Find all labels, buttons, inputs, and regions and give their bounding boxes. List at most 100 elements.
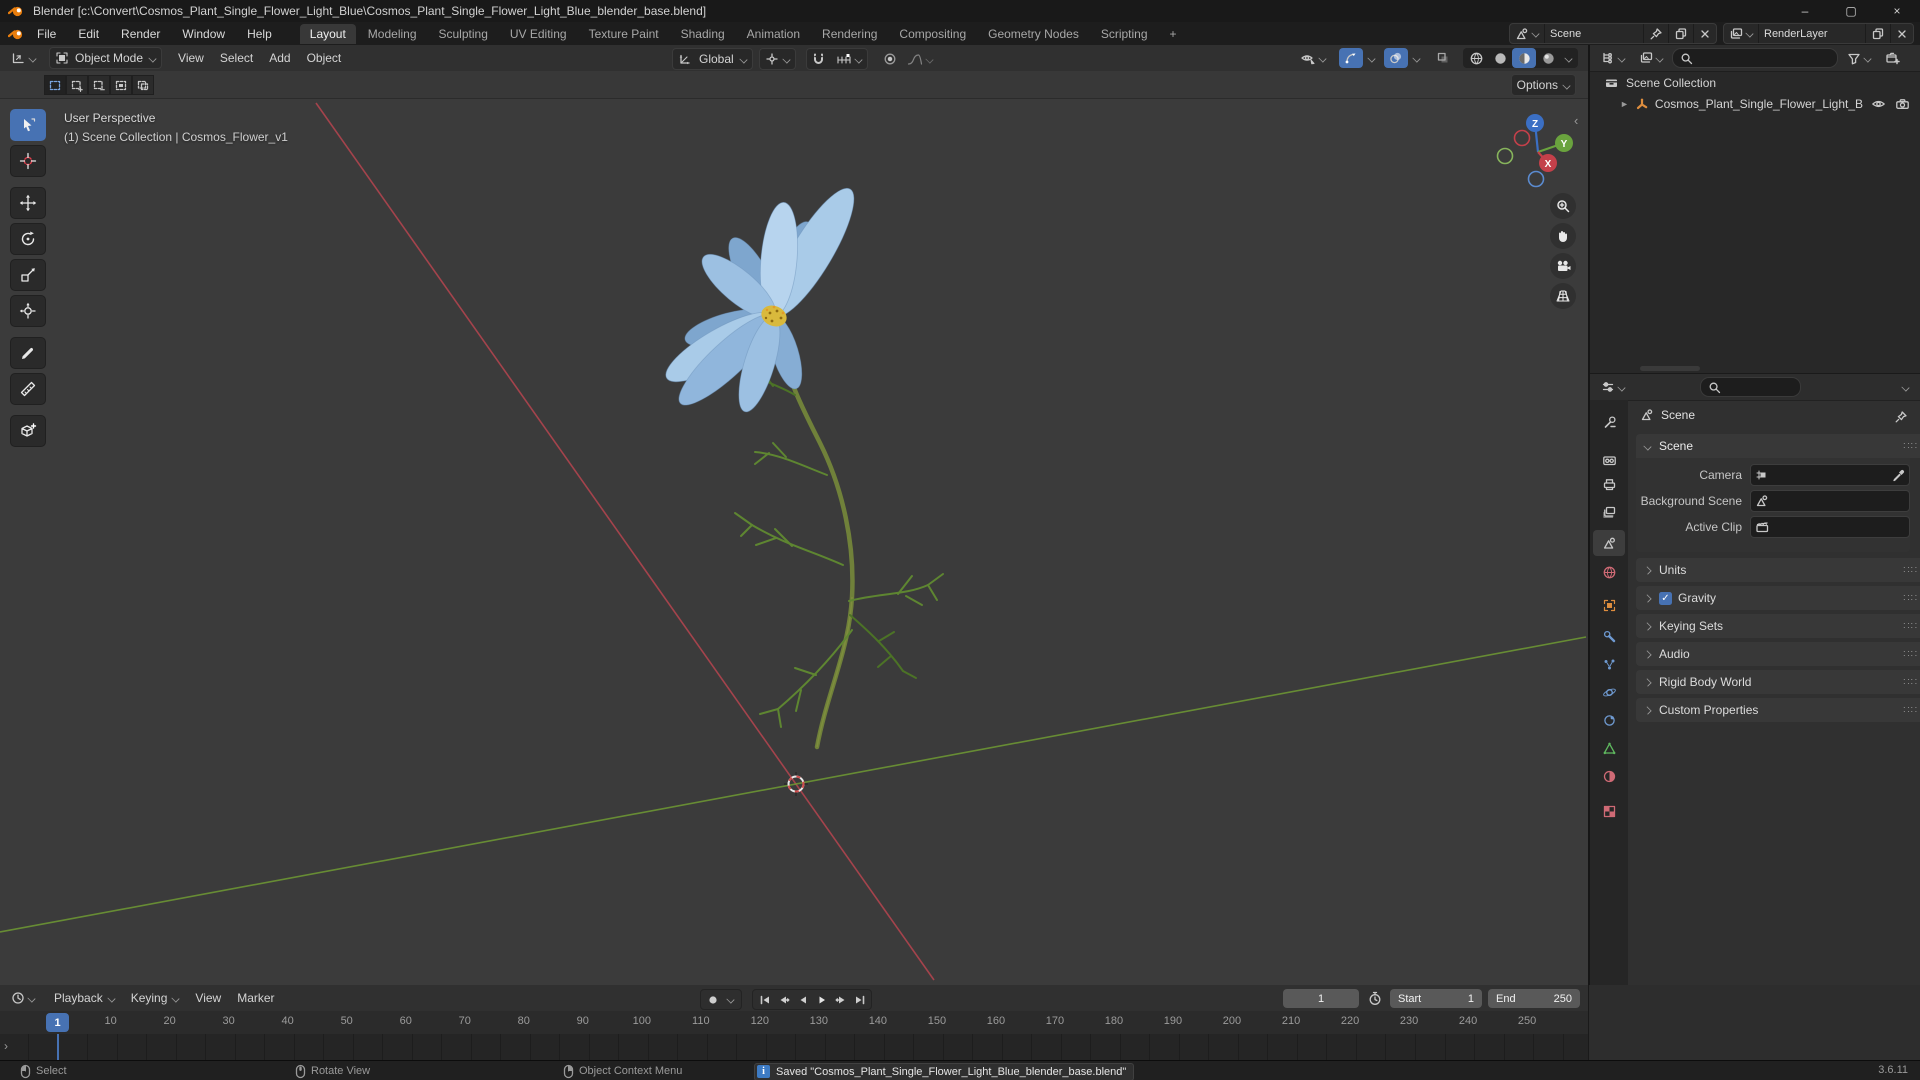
scene-browse-button[interactable] xyxy=(1510,24,1544,43)
channel-expand-arrow[interactable]: › xyxy=(4,1039,8,1053)
properties-tab-object[interactable] xyxy=(1593,592,1625,618)
outliner-editor-type-button[interactable] xyxy=(1596,48,1630,68)
workspace-tab-modeling[interactable]: Modeling xyxy=(358,24,427,44)
properties-tab-particles[interactable] xyxy=(1593,651,1625,677)
tool-annotate-button[interactable] xyxy=(10,337,46,369)
properties-tab-physics[interactable] xyxy=(1593,679,1625,705)
panel-drag-dots[interactable]: ∷∷ xyxy=(1903,649,1918,660)
panel-gravity[interactable]: ✓ Gravity ∷∷ xyxy=(1636,586,1920,610)
properties-tab-tool[interactable] xyxy=(1593,409,1625,435)
tool-scale-button[interactable] xyxy=(10,259,46,291)
falloff-dropdown[interactable] xyxy=(902,49,938,69)
transport-jump-last-button[interactable] xyxy=(850,991,869,1009)
select-mode-select-subtract[interactable] xyxy=(88,75,110,95)
panel-rigid-body-world[interactable]: Rigid Body World ∷∷ xyxy=(1636,670,1920,694)
camera-view-button[interactable] xyxy=(1550,253,1576,279)
menu-edit[interactable]: Edit xyxy=(67,24,110,44)
options-dropdown[interactable]: Options xyxy=(1510,74,1576,96)
properties-tab-texture[interactable] xyxy=(1593,798,1625,824)
workspace-tab-shading[interactable]: Shading xyxy=(671,24,735,44)
gizmos-toggle[interactable] xyxy=(1339,48,1363,68)
view-layer-remove-button[interactable] xyxy=(1890,24,1913,43)
gizmos-dropdown[interactable] xyxy=(1363,48,1380,68)
timeline-menu-playback[interactable]: Playback xyxy=(46,991,123,1005)
viewport-3d[interactable]: Z Y X ‹ Object Mode View Select Add Object … xyxy=(0,45,1588,985)
tool-select-button[interactable] xyxy=(10,109,46,141)
properties-options-button[interactable] xyxy=(1897,377,1914,397)
workspace-tab-sculpting[interactable]: Sculpting xyxy=(429,24,498,44)
properties-tab-output[interactable] xyxy=(1593,471,1625,497)
start-frame-field[interactable]: Start 1 xyxy=(1390,989,1482,1008)
view-layer-name[interactable]: RenderLayer xyxy=(1758,24,1865,43)
panel-keying-sets[interactable]: Keying Sets ∷∷ xyxy=(1636,614,1920,638)
new-collection-button[interactable] xyxy=(1880,48,1905,68)
current-frame-badge[interactable]: 1 xyxy=(46,1013,69,1032)
ortho-toggle-button[interactable] xyxy=(1550,283,1576,309)
end-frame-field[interactable]: End 250 xyxy=(1488,989,1580,1008)
close-button[interactable]: × xyxy=(1874,0,1920,22)
scene-panel-header[interactable]: Scene ∷∷ xyxy=(1636,434,1920,458)
transport-jump-first-button[interactable] xyxy=(755,991,774,1009)
panel-audio[interactable]: Audio ∷∷ xyxy=(1636,642,1920,666)
playhead-line[interactable] xyxy=(57,1034,59,1060)
workspace-tab-animation[interactable]: Animation xyxy=(737,24,810,44)
editor-type-button[interactable] xyxy=(6,48,41,68)
minimize-button[interactable]: – xyxy=(1782,0,1828,22)
field-background-scene[interactable] xyxy=(1750,490,1910,512)
properties-editor-type-button[interactable] xyxy=(1596,377,1630,397)
shading-material-button[interactable] xyxy=(1512,48,1536,68)
outliner-row-object[interactable]: ► Cosmos_Plant_Single_Flower_Light_Blu xyxy=(1590,93,1920,114)
tool-addcube-button[interactable] xyxy=(10,415,46,447)
properties-tab-constraints[interactable] xyxy=(1593,707,1625,733)
transport-play-rev-button[interactable] xyxy=(793,991,812,1009)
panel-drag-dots[interactable]: ∷∷ xyxy=(1903,677,1918,688)
properties-tab-world[interactable] xyxy=(1593,559,1625,585)
outliner-scrollbar[interactable] xyxy=(1640,366,1700,371)
auto-keyframe-toggle[interactable] xyxy=(1365,990,1384,1008)
maximize-button[interactable]: ▢ xyxy=(1828,0,1874,22)
auto-key-record-button[interactable] xyxy=(703,991,722,1009)
sidebar-collapse-arrow[interactable]: ‹ xyxy=(1574,113,1578,128)
tool-transform-button[interactable] xyxy=(10,295,46,327)
panel-drag-dots[interactable]: ∷∷ xyxy=(1903,565,1918,576)
viewport-menu-add[interactable]: Add xyxy=(261,51,298,65)
expand-triangle-icon[interactable]: ► xyxy=(1620,99,1629,109)
workspace-tab-layout[interactable]: Layout xyxy=(299,23,356,44)
field-active-clip[interactable] xyxy=(1750,516,1910,538)
transport-play-button[interactable] xyxy=(812,991,831,1009)
timeline-menu-view[interactable]: View xyxy=(187,991,229,1005)
field-camera[interactable] xyxy=(1750,464,1910,486)
outliner-display-mode-button[interactable] xyxy=(1634,48,1668,68)
outliner-search-input[interactable] xyxy=(1672,48,1838,68)
proportional-edit-toggle[interactable] xyxy=(878,49,902,69)
select-mode-select-extend[interactable] xyxy=(66,75,88,95)
select-mode-select-intersect[interactable] xyxy=(132,75,154,95)
workspace-tab-rendering[interactable]: Rendering xyxy=(812,24,887,44)
hide-eye-icon[interactable] xyxy=(1871,98,1886,110)
transport-key-prev-button[interactable] xyxy=(774,991,793,1009)
viewport-menu-object[interactable]: Object xyxy=(299,51,350,65)
timeline-menu-keying[interactable]: Keying xyxy=(123,991,188,1005)
snap-toggle[interactable] xyxy=(807,49,831,69)
properties-tab-modifiers[interactable] xyxy=(1593,623,1625,649)
orientation-dropdown[interactable]: Global xyxy=(672,48,753,70)
workspace-tab-scripting[interactable]: Scripting xyxy=(1091,24,1158,44)
panel-drag-dots[interactable]: ∷∷ xyxy=(1903,705,1918,716)
scene-pin-button[interactable] xyxy=(1643,24,1668,43)
pan-view-button[interactable] xyxy=(1550,223,1576,249)
view-layer-copy-button[interactable] xyxy=(1865,24,1890,43)
select-mode-select-invert[interactable] xyxy=(110,75,132,95)
xray-toggle[interactable] xyxy=(1431,48,1455,68)
panel-drag-dots[interactable]: ∷∷ xyxy=(1903,441,1918,452)
render-visibility-icon[interactable] xyxy=(1895,98,1910,110)
viewport-menu-select[interactable]: Select xyxy=(212,51,261,65)
tool-measure-button[interactable] xyxy=(10,373,46,405)
auto-key-dropdown[interactable] xyxy=(722,990,739,1010)
panel-drag-dots[interactable]: ∷∷ xyxy=(1903,593,1918,604)
scene-name[interactable]: Scene xyxy=(1544,24,1643,43)
tool-move-button[interactable] xyxy=(10,187,46,219)
transport-key-next-button[interactable] xyxy=(831,991,850,1009)
workspace-tab-uv-editing[interactable]: UV Editing xyxy=(500,24,577,44)
properties-tab-data[interactable] xyxy=(1593,735,1625,761)
visibility-dropdown[interactable] xyxy=(1295,48,1331,68)
